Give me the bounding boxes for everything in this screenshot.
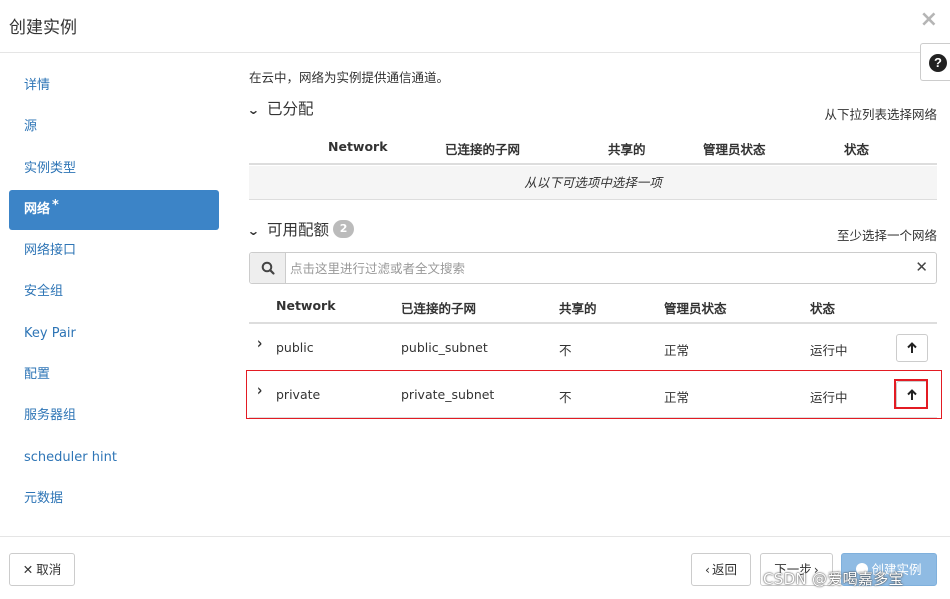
sidebar-item-details[interactable]: 详情 [9,66,219,106]
search-bar: ✕ [249,252,937,284]
allocated-section-toggle[interactable]: ⌄ 已分配 [246,97,314,119]
sidebar-item-scheduler-hint[interactable]: scheduler hint [9,438,219,478]
close-icon[interactable]: × [920,9,938,31]
allocated-hint: 从下拉列表选择网络 [824,107,937,122]
sidebar-item-networks[interactable]: 网络 * [9,189,219,230]
column-header-shared[interactable]: 共享的 [559,298,597,317]
sidebar-item-label: 配置 [24,367,51,383]
sidebar-item-label: 网络接口 [24,243,77,259]
arrow-up-icon [907,342,917,353]
sidebar-item-label: 网络 [24,201,51,217]
available-count-badge: 2 [333,219,355,238]
close-icon: ✕ [22,562,34,577]
sidebar-item-label: Key Pair [24,325,76,341]
highlight-box-button [894,379,928,409]
search-addon [250,253,286,283]
search-icon [261,261,275,275]
question-icon: ? [929,54,947,72]
sidebar-item-label: 服务器组 [24,408,77,424]
sidebar-item-label: 源 [24,119,38,135]
column-header-status[interactable]: 状态 [844,139,869,158]
available-title: 可用配额 [267,221,330,239]
sidebar-item-label: 安全组 [24,284,64,300]
sidebar-item-label: 详情 [24,78,51,93]
sidebar-item-configuration[interactable]: 配置 [9,355,219,395]
cancel-label: 取消 [36,562,62,577]
search-input[interactable] [290,259,910,277]
status-value: 运行中 [810,343,848,358]
sidebar-item-key-pair[interactable]: Key Pair [9,314,219,354]
back-button[interactable]: ‹ 返回 [691,553,751,586]
available-hint: 至少选择一个网络 [836,228,937,243]
sidebar-item-server-groups[interactable]: 服务器组 [9,396,219,436]
sidebar-item-security-groups[interactable]: 安全组 [9,272,219,312]
sidebar-item-network-ports[interactable]: 网络接口 [9,231,219,271]
column-header-network[interactable]: Network [276,298,336,313]
back-label: 返回 [711,562,737,577]
chevron-down-icon: ⌄ [246,224,260,238]
column-header-network[interactable]: Network [328,139,388,154]
column-header-shared[interactable]: 共享的 [608,139,646,158]
allocated-empty-row: 从以下可选项中选择一项 [249,166,937,200]
highlight-box-row [246,370,942,419]
column-header-subnets[interactable]: 已连接的子网 [445,139,520,158]
subnet-name: public_subnet [401,340,488,355]
sidebar-item-flavor[interactable]: 实例类型 [9,149,219,189]
column-header-admin-state[interactable]: 管理员状态 [703,139,766,158]
sidebar-item-label: 元数据 [24,490,64,506]
allocated-title: 已分配 [267,100,314,118]
allocated-table-header: Network 已连接的子网 共享的 管理员状态 状态 [249,127,937,165]
column-header-status[interactable]: 状态 [810,298,835,317]
shared-value: 不 [559,343,572,358]
available-section-toggle[interactable]: ⌄ 可用配额 2 [246,218,355,240]
chevron-left-icon: ‹ [704,562,710,577]
sidebar-item-metadata[interactable]: 元数据 [9,479,219,519]
table-row: › public public_subnet 不 正常 运行中 [249,325,937,371]
cancel-button[interactable]: ✕ 取消 [9,553,75,586]
network-name: public [276,340,314,355]
sidebar-item-label: scheduler hint [24,449,117,465]
column-header-admin-state[interactable]: 管理员状态 [664,298,727,317]
modal-header: 创建实例 × [0,0,950,53]
allocate-button[interactable] [896,334,928,362]
available-table-header: Network 已连接的子网 共享的 管理员状态 状态 [249,286,937,324]
required-mark: * [52,197,59,213]
sidebar-item-source[interactable]: 源 [9,107,219,147]
modal-title: 创建实例 [9,18,77,38]
help-button[interactable]: ? [920,43,950,81]
chevron-right-icon[interactable]: › [257,336,262,354]
column-header-subnets[interactable]: 已连接的子网 [401,298,476,317]
admin-state-value: 正常 [664,343,690,358]
watermark: CSDN @爱喝嘉多宝 [763,570,904,588]
intro-text: 在云中，网络为实例提供通信通道。 [249,70,450,85]
wizard-sidebar: 详情 源 实例类型 网络 * 网络接口 安全组 Key Pair 配置 服务器组 … [9,66,219,520]
chevron-down-icon: ⌄ [246,103,260,117]
clear-search-icon[interactable]: ✕ [915,258,928,276]
sidebar-item-label: 实例类型 [24,160,77,176]
